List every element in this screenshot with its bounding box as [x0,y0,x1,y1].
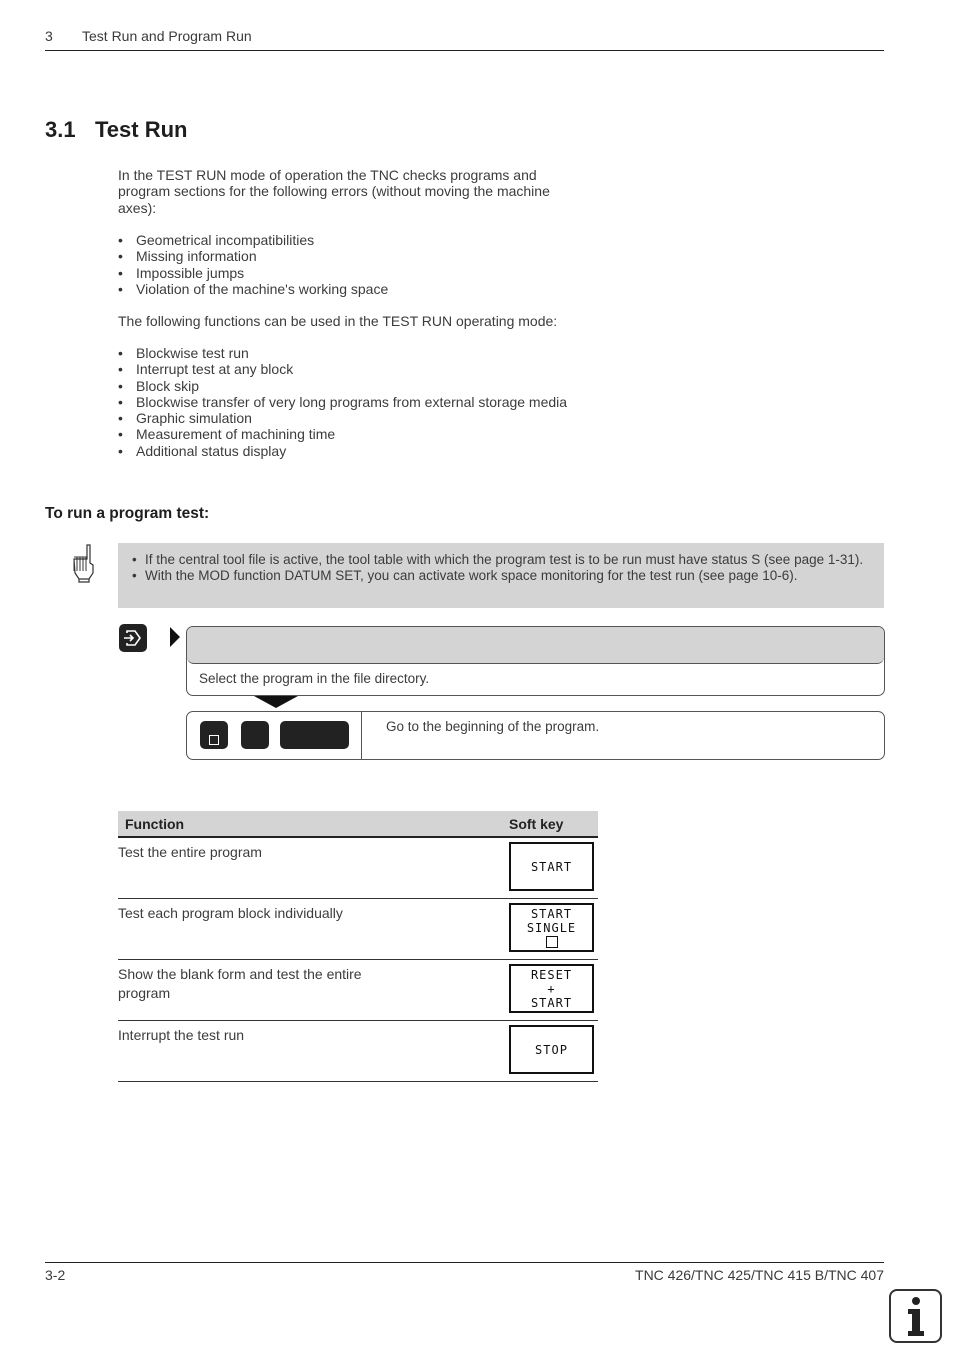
note-box: If the central tool file is active, the … [118,543,884,608]
softkey-table: Function Soft key Test the entire progra… [118,811,598,1082]
softkey-label: STOP [535,1042,568,1057]
down-arrow-icon [254,696,298,708]
softkey-label: START [530,995,573,1010]
info-icon [889,1289,942,1343]
function-cell: Test each program block individually [118,905,343,921]
screen-bar [187,627,884,664]
error-list: Geometrical incompatibilities Missing in… [118,232,618,297]
table-row: Test the entire program START [118,838,598,899]
softkey-label: + [547,981,556,996]
procedure-heading: To run a program test: [45,505,210,522]
chapter-number: 3 [45,28,53,44]
function-cell: Interrupt the test run [118,1027,245,1043]
list-item: Graphic simulation [118,410,638,427]
step-2-box: Go to the beginning of the program. [186,711,885,760]
header-soft-key: Soft key [509,816,564,832]
zero-key-icon [241,721,269,749]
step-arrow-icon [170,627,180,647]
list-item: Violation of the machine's working space [118,281,618,298]
pgm-mgt-key-icon [119,624,147,652]
table-row: Test each program block individually STA… [118,899,598,960]
section-number: 3.1 [45,117,76,142]
chapter-title: Test Run and Program Run [82,28,252,44]
model-list: TNC 426/TNC 425/TNC 415 B/TNC 407 [635,1267,884,1283]
list-item: Geometrical incompatibilities [118,232,618,249]
goto-key-icon [200,721,228,749]
header-function: Function [125,816,185,832]
list-item: Interrupt test at any block [118,361,638,378]
step-1-box: Select the program in the file directory… [186,626,885,696]
list-item: Block skip [118,378,638,395]
list-item: Blockwise transfer of very long programs… [118,394,638,411]
softkey-label: START [530,907,573,921]
page-number: 3-2 [45,1267,66,1283]
softkey-label: SINGLE [526,921,577,935]
table-row: Interrupt the test run STOP [118,1021,598,1082]
start-single-softkey[interactable]: START SINGLE [509,903,594,952]
function-cell: Test the entire program [118,844,262,860]
step-2-text: Go to the beginning of the program. [386,719,600,734]
list-item: Blockwise test run [118,345,638,362]
table-row: Show the blank form and test the entire … [118,960,598,1021]
list-item: Missing information [118,248,618,265]
list-item: Measurement of machining time [118,426,638,443]
single-block-icon [545,936,558,948]
section-title: Test Run [95,117,188,142]
function-list: Blockwise test run Interrupt test at any… [118,345,638,459]
list-item: Impossible jumps [118,265,618,282]
step-1-text: Select the program in the file directory… [199,671,430,686]
divider [361,712,362,759]
intro-paragraph: In the TEST RUN mode of operation the TN… [118,167,550,216]
softkey-label: START [530,859,573,874]
functions-paragraph: The following functions can be used in t… [118,313,558,329]
note-item: If the central tool file is active, the … [132,552,872,568]
header-rule [45,50,884,51]
reset-start-softkey[interactable]: RESET + START [509,964,594,1013]
start-softkey[interactable]: START [509,842,594,891]
list-item: Additional status display [118,443,638,460]
stop-softkey[interactable]: STOP [509,1025,594,1074]
ent-key-icon [280,721,349,749]
note-item: With the MOD function DATUM SET, you can… [132,568,872,584]
table-header: Function Soft key [118,811,598,838]
pointing-hand-icon [73,544,94,583]
footer-rule [45,1262,884,1263]
function-cell: Show the blank form and test the entire … [118,966,362,1001]
softkey-label: RESET [530,967,573,982]
